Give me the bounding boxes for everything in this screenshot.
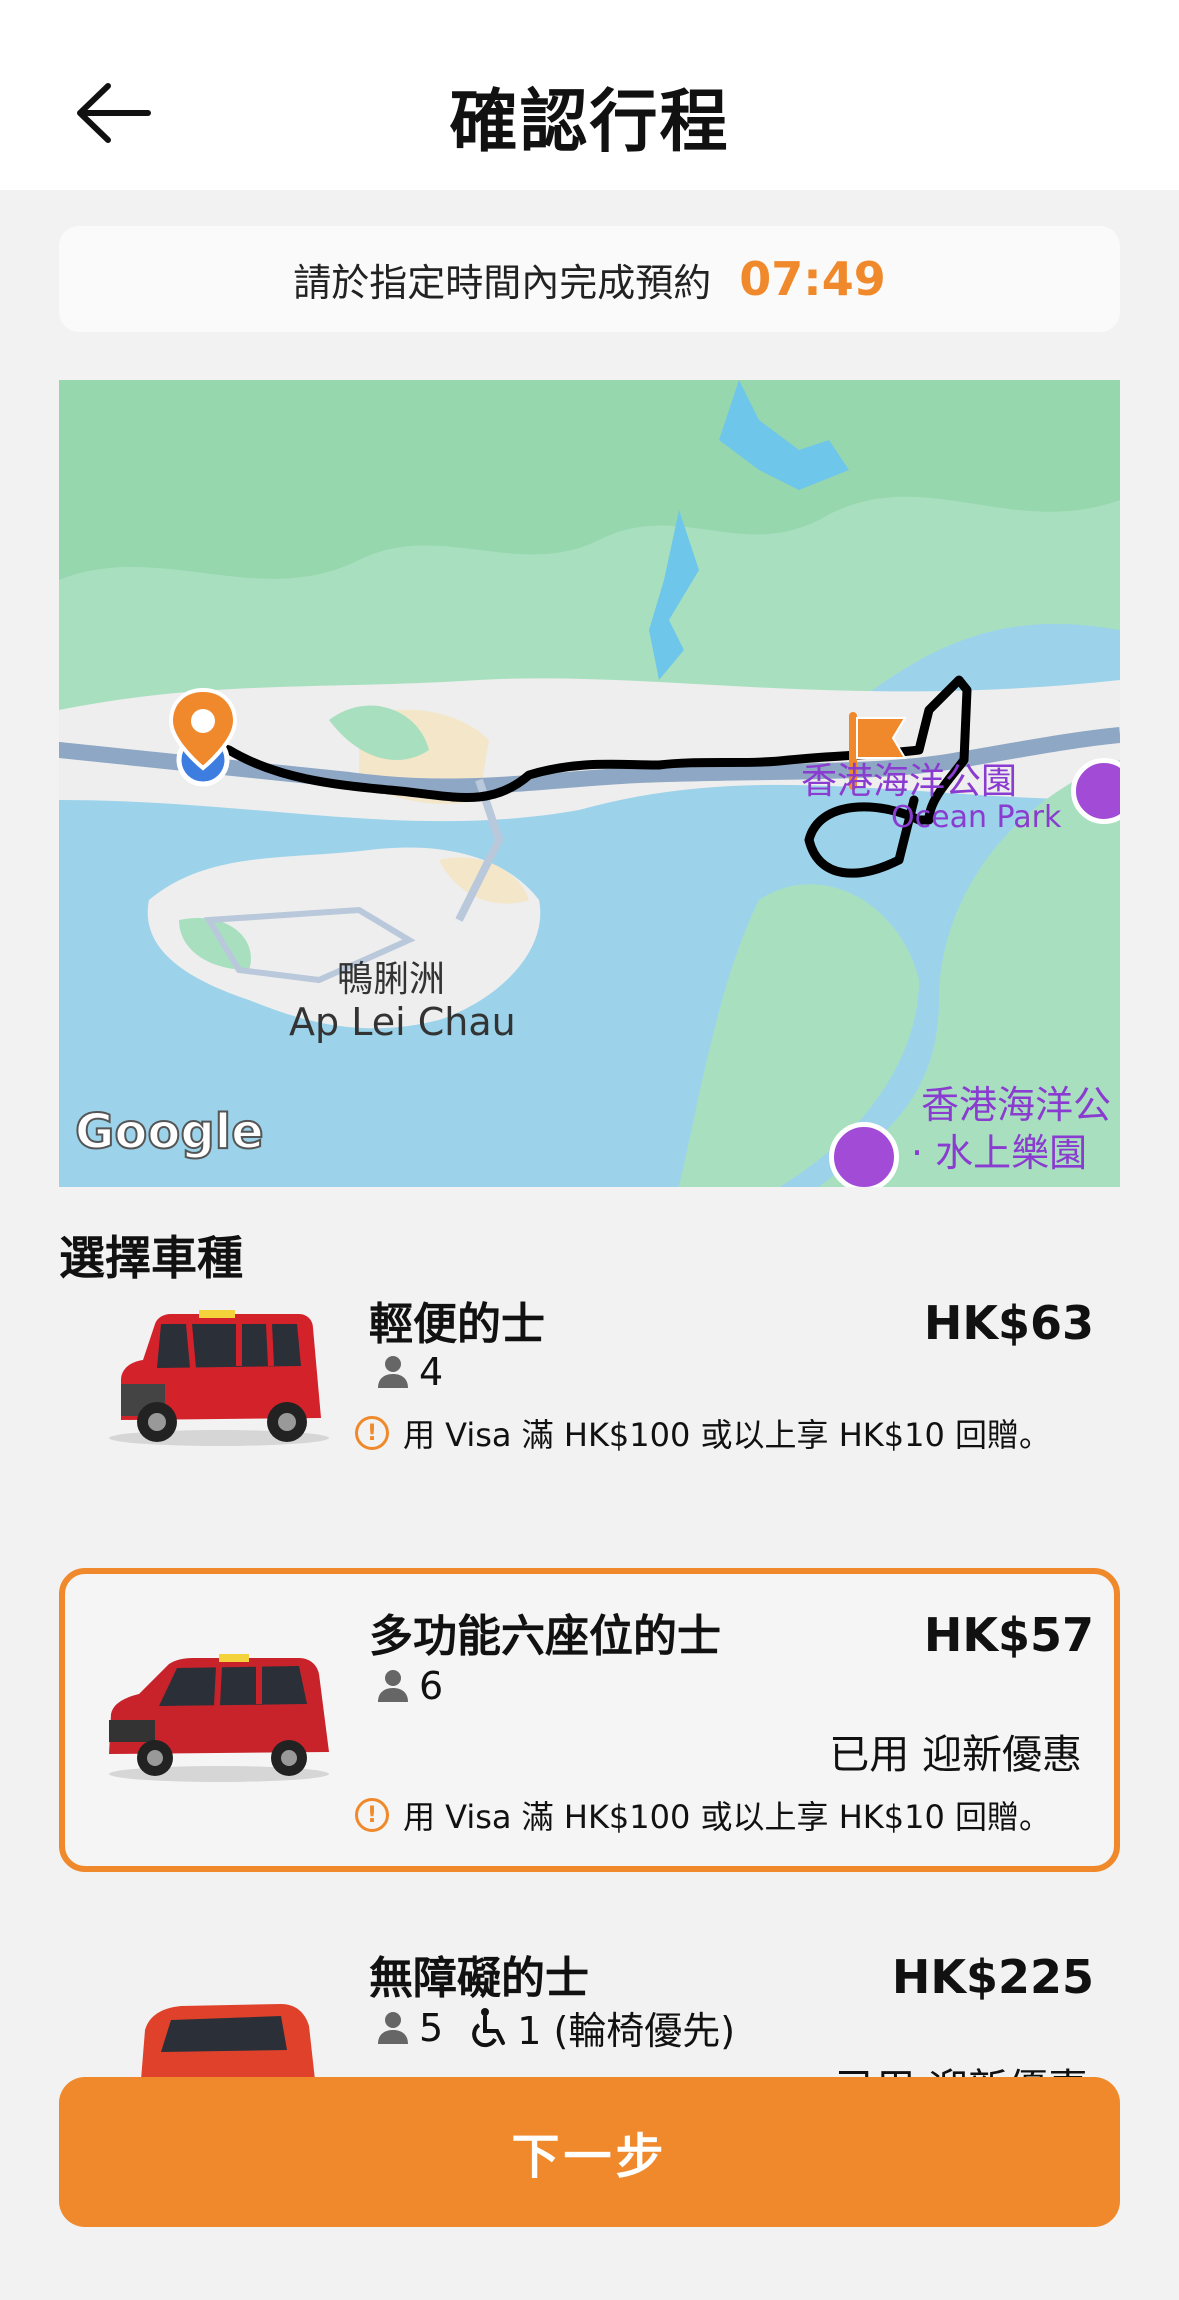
- wheelchair-capacity: 1 (輪椅優先): [517, 2009, 736, 2053]
- vehicle-option-accessible[interactable]: 無障礙的士 HK$225 5 1 (輪椅優先) 已用 迎新優惠: [59, 1930, 1120, 2080]
- wheelchair-icon: [472, 2007, 506, 2047]
- countdown-timer: 07:49: [739, 252, 886, 306]
- info-icon: !: [355, 1798, 389, 1832]
- vehicle-name: 輕便的士: [369, 1299, 545, 1350]
- vehicle-price: HK$63: [923, 1296, 1094, 1350]
- booking-timer-bar: 請於指定時間內完成預約 07:49: [59, 226, 1120, 332]
- page-title: 確認行程: [449, 83, 730, 162]
- promo-text: 用 Visa 滿 HK$100 或以上享 HK$10 回贈。: [403, 1416, 1052, 1454]
- promo-note: ! 用 Visa 滿 HK$100 或以上享 HK$10 回贈。: [355, 1792, 1051, 1838]
- google-logo: Google: [74, 1103, 265, 1161]
- vehicle-name: 多功能六座位的士: [369, 1611, 721, 1662]
- map-label-ocean-park-en: Ocean Park: [891, 800, 1062, 835]
- passenger-count: 6: [419, 1664, 444, 1708]
- map-label-ap-lei-chau-en: Ap Lei Chau: [289, 1000, 516, 1044]
- person-icon: [378, 2011, 408, 2044]
- taxi-car-image: [141, 2004, 315, 2080]
- timer-instruction: 請於指定時間內完成預約: [293, 260, 712, 305]
- applied-offer: 已用 迎新優惠: [829, 1732, 1082, 1778]
- info-icon: !: [355, 1416, 389, 1450]
- taxi-car-image: [109, 1654, 329, 1782]
- promo-note: ! 用 Visa 滿 HK$100 或以上享 HK$10 回贈。: [355, 1410, 1051, 1456]
- promo-text: 用 Visa 滿 HK$100 或以上享 HK$10 回贈。: [403, 1798, 1052, 1836]
- passenger-count: 5: [419, 2005, 444, 2050]
- map-label-water-world-1: 香港海洋公: [921, 1083, 1112, 1127]
- map-label-ocean-park-zh: 香港海洋公園: [801, 761, 1018, 802]
- taxi-car-image: [109, 1310, 329, 1446]
- attraction-icon: [829, 1122, 899, 1187]
- passenger-capacity: 4: [375, 1350, 443, 1394]
- person-icon: [378, 1670, 408, 1702]
- vehicle-price: HK$225: [891, 1950, 1094, 2004]
- route-map[interactable]: 香港海洋公園 Ocean Park 鴨脷洲 Ap Lei Chau 香港海洋公 …: [59, 380, 1120, 1187]
- map-label-ap-lei-chau-zh: 鴨脷洲: [337, 959, 446, 1000]
- passenger-capacity: 5 1 (輪椅優先): [375, 2000, 735, 2055]
- person-icon: [378, 1356, 408, 1388]
- map-label-water-world-2: · 水上樂園: [911, 1131, 1088, 1175]
- bottom-safe-area: [0, 2240, 1179, 2300]
- passenger-count: 4: [419, 1350, 444, 1394]
- next-step-button[interactable]: 下一步: [59, 2077, 1120, 2227]
- pickup-pin-icon: [168, 688, 238, 787]
- vehicle-option-six-seater[interactable]: 多功能六座位的士 HK$57 6 已用 迎新優惠 ! 用 Visa 滿 HK$1…: [59, 1568, 1120, 1872]
- vehicle-price: HK$57: [923, 1608, 1094, 1662]
- vehicle-name: 無障礙的士: [369, 1953, 589, 2004]
- passenger-capacity: 6: [375, 1664, 443, 1708]
- vehicle-option-standard[interactable]: 輕便的士 HK$63 4 ! 用 Visa 滿 HK$100 或以上享 HK$1…: [59, 1260, 1120, 1490]
